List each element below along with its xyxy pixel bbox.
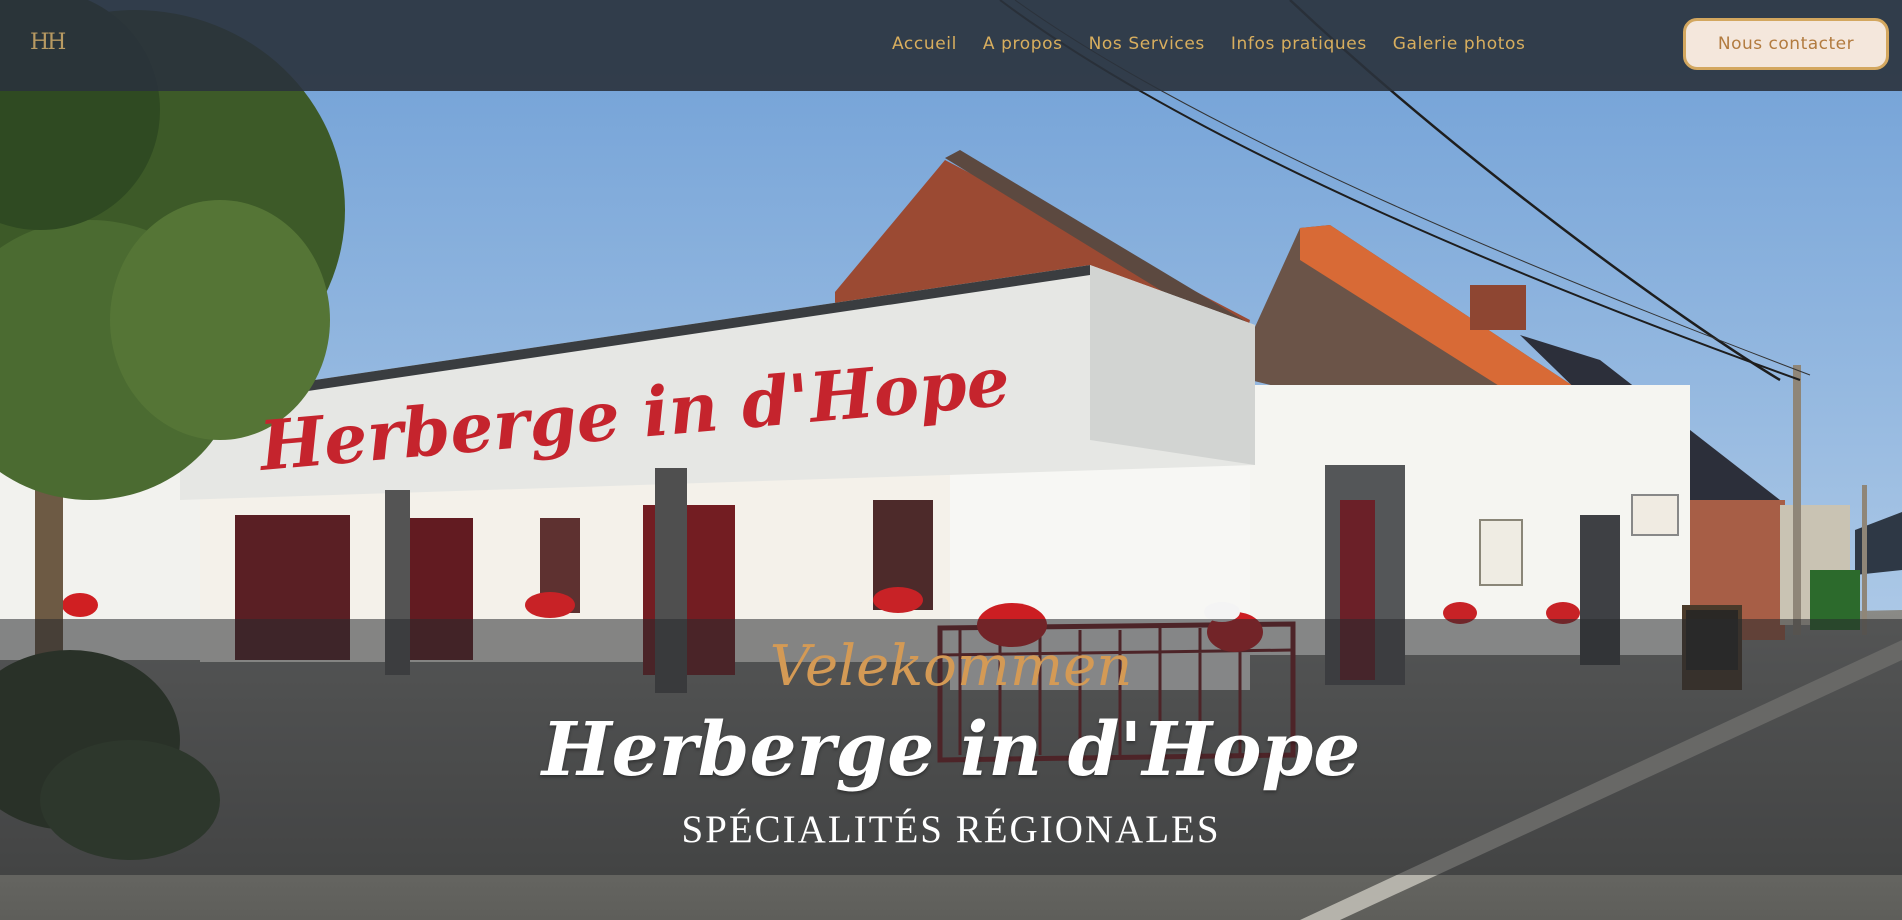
hero-subtitle: SPÉCIALITÉS RÉGIONALES (681, 808, 1221, 851)
nav-item-accueil[interactable]: Accueil (892, 34, 957, 54)
hero-title: Herberge in d'Hope (541, 707, 1361, 793)
site-header: HH Accueil A propos Nos Services Infos p… (0, 0, 1902, 91)
nav-item-a-propos[interactable]: A propos (983, 34, 1063, 54)
nav-item-nos-services[interactable]: Nos Services (1089, 34, 1205, 54)
hero-eyebrow: Velekommen (769, 634, 1133, 699)
hero-section: Herberge in d'Hope Velekommen Herberge i… (0, 0, 1902, 920)
main-nav: Accueil A propos Nos Services Infos prat… (892, 18, 1551, 70)
site-logo[interactable]: HH (30, 26, 66, 60)
nav-item-infos-pratiques[interactable]: Infos pratiques (1231, 34, 1367, 54)
contact-button[interactable]: Nous contacter (1683, 18, 1889, 70)
nav-item-galerie-photos[interactable]: Galerie photos (1393, 34, 1526, 54)
